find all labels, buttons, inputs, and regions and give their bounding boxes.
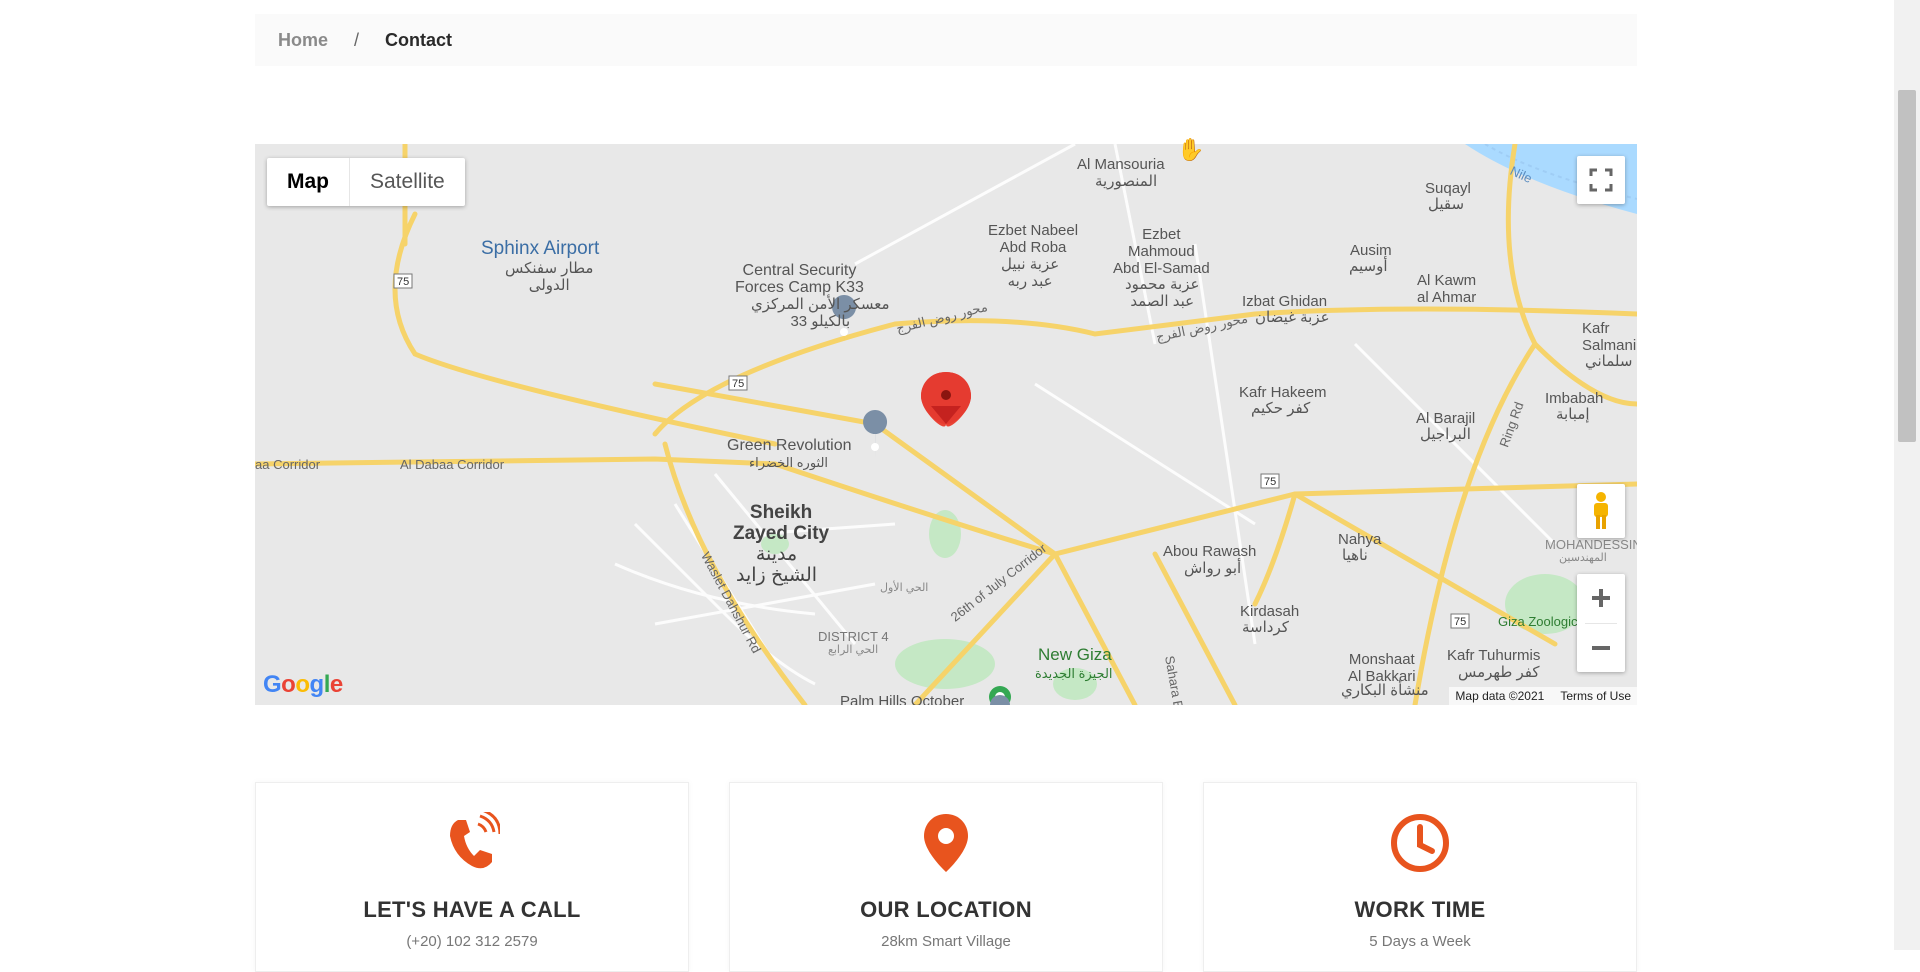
label-al-kawm: Al Kawm al Ahmar — [1417, 272, 1477, 306]
label-nahya: Nahya — [1338, 531, 1382, 548]
terms-of-use-link[interactable]: Terms of Use — [1560, 689, 1631, 703]
clock-icon — [1204, 811, 1636, 875]
label-al-mansouria-ar: المنصورية — [1095, 173, 1158, 190]
map-attribution: Map data ©2021 Terms of Use — [1449, 687, 1637, 705]
label-ausim: Ausim — [1350, 242, 1392, 259]
google-logo[interactable]: Google — [263, 671, 343, 699]
label-ausim-ar: أوسيم — [1349, 258, 1388, 275]
google-map[interactable]: 75 75 75 75 Al Mansouria المنصورية Sphin… — [255, 144, 1637, 705]
label-imbabah-ar: إمبابة — [1556, 406, 1590, 423]
label-sphinx-airport-ar: مطار سفنكس الدولى — [505, 260, 594, 294]
worktime-card-days: 5 Days a Week — [1369, 933, 1471, 950]
label-central-security-ar: معسكر الأمن المركزي بالكيلو 33 — [751, 296, 890, 330]
location-pin-icon — [730, 811, 1162, 875]
label-central-security: Central Security Forces Camp K33 — [735, 262, 864, 296]
label-sheikh-zayed: Sheikh Zayed City — [733, 502, 830, 544]
map-marker-icon — [921, 372, 971, 427]
label-monshaat-ar: منشأة البكاري — [1341, 682, 1429, 699]
label-sphinx-airport: Sphinx Airport — [481, 238, 600, 259]
page-scrollbar[interactable] — [1894, 0, 1920, 950]
label-giza-zoo: Giza Zoologic — [1498, 614, 1578, 629]
label-al-barajil-ar: البراجيل — [1420, 426, 1471, 443]
call-card: LET'S HAVE A CALL (+20) 102 312 2579 — [255, 782, 689, 972]
worktime-card: WORK TIME 5 Days a Week — [1203, 782, 1637, 972]
breadcrumb-home-link[interactable]: Home — [278, 30, 328, 51]
location-card: OUR LOCATION 28km Smart Village — [729, 782, 1163, 972]
call-card-phone: (+20) 102 312 2579 — [406, 933, 538, 950]
scrollbar-thumb[interactable] — [1898, 90, 1916, 442]
street-view-button[interactable] — [1577, 484, 1625, 538]
call-card-title: LET'S HAVE A CALL — [363, 897, 581, 922]
zoom-out-button[interactable] — [1577, 623, 1625, 672]
label-al-dabaa: Al Dabaa Corridor — [400, 457, 505, 472]
location-card-address: 28km Smart Village — [881, 933, 1011, 950]
worktime-card-title: WORK TIME — [1354, 897, 1486, 922]
zoom-in-button[interactable] — [1577, 574, 1625, 623]
fullscreen-icon — [1589, 168, 1613, 192]
location-card-title: OUR LOCATION — [860, 897, 1032, 922]
label-al-barajil: Al Barajil — [1416, 410, 1476, 427]
label-al-mansouria: Al Mansouria — [1077, 156, 1165, 173]
map-data-text: Map data ©2021 — [1455, 689, 1545, 703]
breadcrumb-current: Contact — [385, 29, 453, 50]
label-abou-rawash: Abou Rawash — [1163, 543, 1257, 560]
label-kafr-tuhurmis-ar: كفر طهرمس — [1458, 664, 1540, 681]
label-dabaa-left: aa Corridor — [255, 457, 321, 472]
label-first-district-ar: الحي الأول — [880, 582, 929, 594]
label-green-revolution-ar: الثوره الخضراء — [749, 455, 829, 470]
route-75-badge-2: 75 — [732, 378, 744, 390]
label-ezbet-mahmoud: Ezbet Mahmoud Abd El-Samad — [1113, 226, 1210, 277]
phone-icon — [256, 811, 688, 875]
label-kafr-salmani-ar: سلماني — [1585, 353, 1633, 370]
plus-icon — [1592, 589, 1610, 608]
label-monshaat: Monshaat Al Bakkari — [1348, 651, 1416, 685]
label-kafr-salmani: Kafr Salmani — [1582, 320, 1637, 354]
label-izbat-ghidan-ar: عزبة غيضان — [1255, 309, 1330, 326]
route-75-badge-4: 75 — [1454, 616, 1466, 628]
label-ezbet-mahmoud-ar: عزبة محمود عبد الصمد — [1125, 276, 1200, 310]
fullscreen-button[interactable] — [1577, 156, 1625, 204]
pegman-icon — [1594, 492, 1608, 529]
label-imbabah: Imbabah — [1545, 390, 1604, 407]
label-nahya-ar: ناهيا — [1342, 547, 1368, 564]
label-green-revolution: Green Revolution — [727, 437, 852, 454]
label-ezbet-nabeel: Ezbet Nabeel Abd Roba — [988, 222, 1079, 256]
label-suqayl: Suqayl — [1425, 180, 1471, 197]
label-izbat-ghidan: Izbat Ghidan — [1242, 293, 1328, 310]
hand-cursor-icon: ✋ — [1177, 137, 1205, 162]
label-sheikh-zayed-ar: مدينة الشيخ زايد — [736, 544, 818, 586]
breadcrumb: Home / Contact — [255, 14, 1637, 66]
map-type-map-button[interactable]: Map — [267, 158, 350, 206]
label-suqayl-ar: سقيل — [1428, 196, 1465, 213]
label-kafr-hakeem: Kafr Hakeem — [1239, 384, 1327, 401]
label-district-4-ar: الحي الرابع — [828, 644, 879, 656]
label-new-giza: New Giza — [1038, 645, 1112, 664]
route-75-badge-3: 75 — [1264, 476, 1276, 488]
label-palm-hills: Palm Hills October — [840, 693, 965, 705]
zoom-control — [1577, 574, 1625, 672]
label-kafr-tuhurmis: Kafr Tuhurmis — [1447, 647, 1541, 664]
label-kirdasah: Kirdasah — [1240, 603, 1300, 620]
label-mohandessin-ar: المهندسين — [1559, 552, 1607, 564]
label-kirdasah-ar: كرداسة — [1242, 619, 1289, 636]
label-abou-rawash-ar: أبو رواش — [1184, 560, 1242, 577]
route-75-badge-1: 75 — [397, 276, 409, 288]
minus-icon — [1592, 645, 1610, 650]
breadcrumb-separator: / — [354, 29, 360, 50]
label-ezbet-nabeel-ar: عزبة نبيل عبد ربه — [1001, 256, 1060, 290]
map-type-control: Map Satellite — [267, 158, 465, 206]
label-new-giza-ar: الجيزة الجديدة — [1035, 666, 1113, 681]
map-type-satellite-button[interactable]: Satellite — [350, 158, 465, 206]
label-kafr-hakeem-ar: كفر حكيم — [1251, 400, 1311, 417]
contact-info-cards: LET'S HAVE A CALL (+20) 102 312 2579 OUR… — [255, 782, 1637, 972]
